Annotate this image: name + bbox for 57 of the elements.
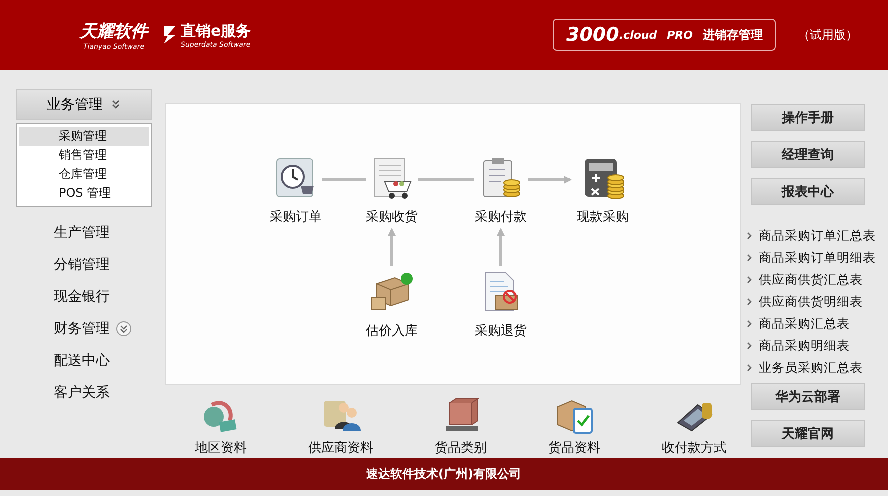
sidebar-item[interactable]: 财务管理 [16, 313, 152, 345]
chevron-icon [747, 276, 753, 284]
logo-title: 天耀软件 [80, 20, 148, 42]
report-link[interactable]: 供应商供货明细表 [759, 294, 863, 310]
chevron-icon [747, 298, 753, 306]
report-link[interactable]: 商品采购订单明细表 [759, 250, 876, 266]
menu-group-button[interactable]: 业务管理 [16, 89, 152, 120]
flow-arrow [528, 176, 572, 184]
report-link[interactable]: 商品采购明细表 [759, 338, 850, 354]
report-link[interactable]: 供应商供货汇总表 [759, 272, 863, 288]
report-link[interactable]: 业务员采购汇总表 [759, 360, 863, 376]
sidebar-item[interactable]: 配送中心 [16, 345, 152, 377]
chevron-icon [747, 254, 753, 262]
toolbar-link[interactable]: 供应商资料 [308, 439, 374, 457]
logo-mark-icon [162, 24, 178, 46]
connector-line [418, 178, 474, 182]
flow-node-label[interactable]: 采购订单 [270, 208, 322, 226]
submenu-item[interactable]: 仓库管理 [19, 165, 149, 184]
double-chevron-icon [111, 100, 121, 110]
chevron-icon [747, 320, 753, 328]
report-link[interactable]: 商品采购汇总表 [759, 316, 850, 332]
flow-arrow [388, 228, 396, 266]
toolbar-link[interactable]: 地区资料 [195, 439, 247, 457]
chevron-icon [747, 342, 753, 350]
trial-label: （试用版） [798, 26, 858, 44]
side-button[interactable]: 经理查询 [751, 141, 865, 168]
chevron-icon [747, 364, 753, 372]
side-button[interactable]: 华为云部署 [751, 383, 865, 410]
toolbar-link[interactable]: 货品类别 [435, 439, 487, 457]
flow-node-label[interactable]: 采购退货 [475, 322, 527, 340]
report-link[interactable]: 商品采购订单汇总表 [759, 228, 876, 244]
sidebar-item[interactable]: 客户关系 [16, 377, 152, 409]
chevron-icon [747, 232, 753, 240]
flow-node-label[interactable]: 采购收货 [366, 208, 418, 226]
product-name: 进销存管理 [703, 26, 763, 44]
product-edition: PRO [667, 28, 693, 42]
flow-node-label[interactable]: 现款采购 [577, 208, 629, 226]
expand-icon[interactable] [116, 321, 132, 337]
product-number: 3000 [566, 24, 620, 46]
report-center-button[interactable]: 报表中心 [751, 178, 865, 205]
submenu-item[interactable]: 销售管理 [19, 146, 149, 165]
flow-node-label[interactable]: 估价入库 [366, 322, 418, 340]
logo-title: 直销e服务 [181, 22, 252, 40]
submenu-item[interactable]: 采购管理 [19, 127, 149, 146]
side-button[interactable]: 天耀官网 [751, 420, 865, 447]
sidebar-item[interactable]: 生产管理 [16, 217, 152, 249]
connector-line [322, 178, 366, 182]
flow-arrow [497, 228, 505, 266]
product-suffix: .cloud [619, 28, 658, 42]
toolbar-link[interactable]: 收付款方式 [662, 439, 727, 457]
sidebar-item[interactable]: 分销管理 [16, 249, 152, 281]
company-name: 速达软件技术(广州)有限公司 [366, 466, 522, 482]
flow-node-label[interactable]: 采购付款 [475, 208, 527, 226]
toolbar-link[interactable]: 货品资料 [548, 439, 600, 457]
submenu-item[interactable]: POS 管理 [19, 184, 149, 203]
side-button[interactable]: 操作手册 [751, 104, 865, 131]
sidebar-item[interactable]: 现金银行 [16, 281, 152, 313]
